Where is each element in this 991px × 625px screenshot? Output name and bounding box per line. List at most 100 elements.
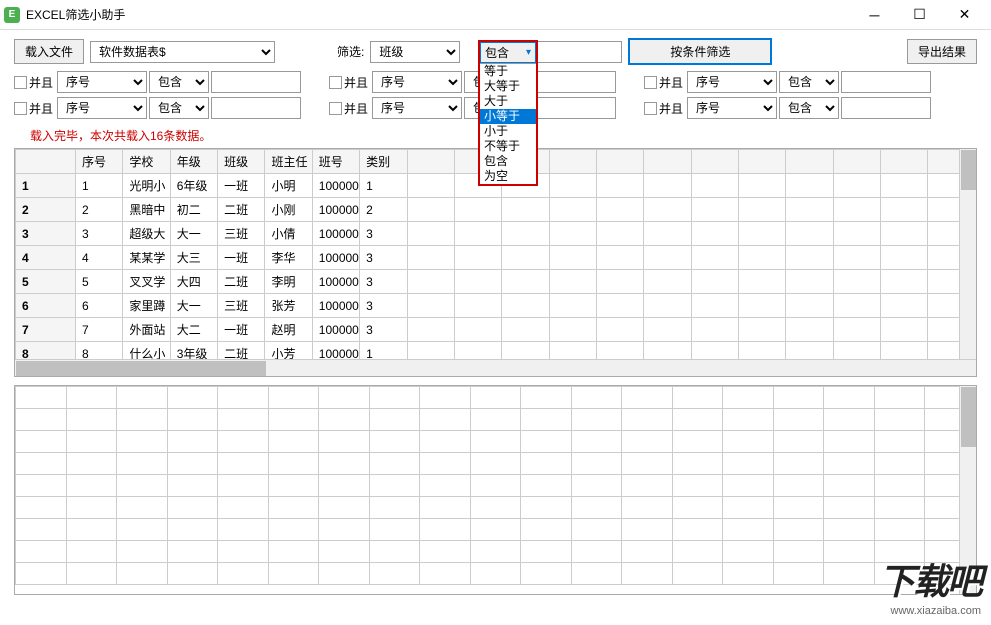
cell-empty[interactable] [691,270,738,294]
column-header[interactable]: 类别 [360,150,407,174]
cell-empty[interactable] [824,387,875,409]
cell-empty[interactable] [672,563,723,585]
table-row[interactable] [16,497,976,519]
dropdown-item[interactable]: 不等于 [480,139,536,154]
cell-empty[interactable] [470,475,521,497]
cell-empty[interactable] [786,246,833,270]
cell[interactable]: 3 [360,294,407,318]
cell[interactable]: 二班 [218,198,265,222]
cell-empty[interactable] [521,453,572,475]
cell[interactable]: 2 [360,198,407,222]
cell-empty[interactable] [672,409,723,431]
cell-empty[interactable] [786,294,833,318]
cell[interactable]: 1000004 [312,246,359,270]
cell-empty[interactable] [521,475,572,497]
cell-empty[interactable] [420,409,471,431]
cell-empty[interactable] [66,409,117,431]
field-select-5[interactable]: 序号 [372,97,462,119]
cell-empty[interactable] [319,519,370,541]
cell-empty[interactable] [723,563,774,585]
cell-empty[interactable] [723,541,774,563]
cell-empty[interactable] [16,519,67,541]
close-button[interactable]: ✕ [942,1,987,29]
cell[interactable]: 某某学 [123,246,170,270]
cell-empty[interactable] [66,475,117,497]
value-input-2[interactable] [526,71,616,93]
cell-empty[interactable] [773,541,824,563]
cell-empty[interactable] [407,174,454,198]
row-header[interactable]: 3 [16,222,76,246]
cell-empty[interactable] [874,431,925,453]
cell-empty[interactable] [622,497,673,519]
cell[interactable]: 外面站 [123,318,170,342]
cell-empty[interactable] [521,431,572,453]
cell-empty[interactable] [16,497,67,519]
cell-empty[interactable] [420,475,471,497]
cell-empty[interactable] [369,409,420,431]
cell[interactable]: 张芳 [265,294,312,318]
cell-empty[interactable] [369,475,420,497]
cell-empty[interactable] [420,563,471,585]
cell-empty[interactable] [420,431,471,453]
cell-empty[interactable] [833,198,880,222]
cell-empty[interactable] [549,246,596,270]
cell-empty[interactable] [549,222,596,246]
cell[interactable]: 3 [360,318,407,342]
cell-empty[interactable] [521,497,572,519]
cell-empty[interactable] [672,519,723,541]
cell-empty[interactable] [596,222,643,246]
cell-empty[interactable] [691,318,738,342]
cell-empty[interactable] [454,222,501,246]
result-grid[interactable] [15,386,976,585]
op-select-3[interactable]: 包含 [779,71,839,93]
cell-empty[interactable] [268,387,319,409]
cell-empty[interactable] [117,519,168,541]
cell[interactable]: 小芳 [265,342,312,360]
cell-empty[interactable] [571,431,622,453]
cell-empty[interactable] [369,519,420,541]
cell-empty[interactable] [369,431,420,453]
cell-empty[interactable] [723,519,774,541]
cell-empty[interactable] [167,409,218,431]
cell-empty[interactable] [117,409,168,431]
dropdown-item[interactable]: 为空 [480,169,536,184]
cell-empty[interactable] [117,563,168,585]
table-row[interactable] [16,409,976,431]
op-select-4[interactable]: 包含 [149,97,209,119]
cell-empty[interactable] [622,453,673,475]
table-row[interactable]: 33超级大大一三班小倩10000033 [16,222,976,246]
cell-empty[interactable] [407,198,454,222]
cell-empty[interactable] [66,563,117,585]
cell[interactable]: 1000007 [312,318,359,342]
column-header[interactable]: 班主任 [265,150,312,174]
cell[interactable]: 小倩 [265,222,312,246]
table-row[interactable] [16,475,976,497]
cell-empty[interactable] [622,519,673,541]
cell-empty[interactable] [268,541,319,563]
cell-empty[interactable] [319,497,370,519]
cell-empty[interactable] [571,519,622,541]
cell-empty[interactable] [881,318,928,342]
cell-empty[interactable] [881,198,928,222]
table-row[interactable] [16,563,976,585]
cell-empty[interactable] [644,342,691,360]
cell-empty[interactable] [16,431,67,453]
cell-empty[interactable] [773,387,824,409]
cell-empty[interactable] [268,453,319,475]
cell-empty[interactable] [622,541,673,563]
cell-empty[interactable] [723,431,774,453]
cell[interactable]: 3 [360,222,407,246]
cell[interactable]: 1 [76,174,123,198]
cell-empty[interactable] [167,519,218,541]
cell-empty[interactable] [881,246,928,270]
cell-empty[interactable] [470,519,521,541]
cell[interactable]: 1 [360,174,407,198]
cell[interactable]: 1000003 [312,222,359,246]
cell[interactable]: 小明 [265,174,312,198]
cell-empty[interactable] [622,387,673,409]
apply-filter-button[interactable]: 按条件筛选 [628,38,772,65]
cell[interactable]: 二班 [218,342,265,360]
cell-empty[interactable] [66,497,117,519]
field-select-6[interactable]: 序号 [687,97,777,119]
cell-empty[interactable] [874,409,925,431]
